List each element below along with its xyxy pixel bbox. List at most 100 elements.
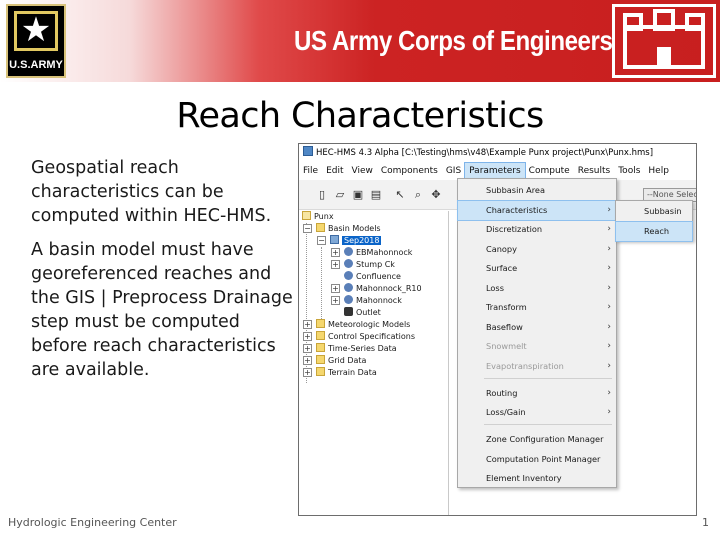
expand-icon[interactable]: + (331, 248, 340, 257)
menu-results[interactable]: Results (574, 163, 615, 179)
expand-icon[interactable]: + (303, 332, 312, 341)
menu-item-transform[interactable]: Transform › (458, 298, 616, 317)
menu-view[interactable]: View (348, 163, 377, 179)
expand-icon[interactable]: + (303, 368, 312, 377)
tree-folder-label: Control Specifications (328, 332, 415, 341)
menu-item-subbasin-area[interactable]: Subbasin Area (458, 181, 616, 200)
paragraph-2: A basin model must have georeferenced re… (31, 240, 293, 380)
menu-item-snowmelt: Snowmelt › (458, 337, 616, 356)
tree-basin-models[interactable]: − Basin Models (303, 223, 381, 235)
tree-basin-models-label: Basin Models (328, 224, 381, 233)
tree-element-label: Confluence (356, 272, 401, 281)
tree-element-label: Stump Ck (356, 260, 395, 269)
menu-item-computation-point-manager[interactable]: Computation Point Manager (458, 450, 616, 469)
expand-icon[interactable]: + (331, 296, 340, 305)
menu-bar: File Edit View Components GIS Parameters Compu… (299, 162, 696, 180)
submenu-item-label: Reach (644, 226, 670, 236)
app-icon (303, 146, 313, 156)
army-logo-text: U.S.ARMY (9, 59, 63, 71)
menu-file[interactable]: File (299, 163, 322, 179)
star-icon: ★ (20, 10, 52, 50)
expand-icon[interactable]: + (303, 320, 312, 329)
menu-edit[interactable]: Edit (322, 163, 347, 179)
pointer-tool-icon[interactable]: ↖ (393, 188, 407, 202)
print-icon[interactable]: ▤ (369, 188, 383, 202)
tree-folder-label: Grid Data (328, 356, 367, 365)
menu-item-discretization[interactable]: Discretization › (458, 220, 616, 239)
menu-parameters[interactable]: Parameters (464, 162, 526, 180)
menu-item-characteristics[interactable]: Characteristics › (457, 200, 617, 221)
new-file-icon[interactable]: ▯ (315, 188, 329, 202)
submenu-arrow-icon: › (607, 388, 611, 398)
window-title: HEC-HMS 4.3 Alpha [C:\Testing\hms\v48\Ex… (316, 148, 654, 158)
tree-element[interactable]: + EBMahonnock (331, 247, 412, 259)
tree-folder-label: Meteorologic Models (328, 320, 411, 329)
submenu-item-subbasin[interactable]: Subbasin (616, 202, 692, 221)
tree-element[interactable]: + Mahonnock (331, 295, 402, 307)
tree-basin-sep2018[interactable]: − Sep2018 (317, 235, 382, 247)
expand-icon[interactable]: + (303, 344, 312, 353)
menu-help[interactable]: Help (644, 163, 673, 179)
tree-folder[interactable]: + Control Specifications (303, 331, 415, 343)
menu-item-loss[interactable]: Loss › (458, 279, 616, 298)
tree-folder[interactable]: + Meteorologic Models (303, 319, 410, 331)
menu-item-loss-gain[interactable]: Loss/Gain › (458, 403, 616, 422)
subbasin-icon (344, 295, 353, 304)
collapse-icon[interactable]: − (317, 236, 326, 245)
menu-item-label: Loss (486, 283, 504, 293)
collapse-icon[interactable]: − (303, 224, 312, 233)
menu-separator (484, 424, 612, 425)
tree-element[interactable]: + Mahonnock_R10 (331, 283, 422, 295)
menu-separator (484, 378, 612, 379)
menu-item-label: Baseflow (486, 322, 523, 332)
menu-item-label: Discretization (486, 224, 543, 234)
tree-folder[interactable]: + Time-Series Data (303, 343, 397, 355)
tree-project-label: Punx (314, 212, 334, 221)
expand-icon[interactable]: + (303, 356, 312, 365)
expand-icon[interactable]: + (331, 260, 340, 269)
tree-element[interactable]: Outlet (344, 307, 381, 319)
open-folder-icon[interactable]: ▱ (333, 188, 347, 202)
folder-icon (316, 367, 325, 376)
menu-tools[interactable]: Tools (614, 163, 644, 179)
menu-item-baseflow[interactable]: Baseflow › (458, 318, 616, 337)
tree-project[interactable]: Punx (302, 211, 334, 223)
tree-element-label: Mahonnock (356, 296, 402, 305)
submenu-arrow-icon: › (607, 224, 611, 234)
submenu-arrow-icon: › (607, 263, 611, 273)
menu-item-label: Loss/Gain (486, 407, 526, 417)
banner-title: US Army Corps of Engineers (294, 25, 613, 56)
submenu-arrow-icon: › (607, 407, 611, 417)
menu-item-label: Computation Point Manager (486, 454, 601, 464)
characteristics-submenu: Subbasin Reach (615, 200, 693, 242)
save-icon[interactable]: ▣ (351, 188, 365, 202)
tree-folder[interactable]: + Terrain Data (303, 367, 377, 379)
header-banner: ★ U.S.ARMY US Army Corps of Engineers (0, 0, 720, 82)
tree-basin-sep2018-label: Sep2018 (342, 236, 382, 245)
menu-components[interactable]: Components (377, 163, 442, 179)
tree-element[interactable]: Confluence (344, 271, 401, 283)
menu-item-routing[interactable]: Routing › (458, 384, 616, 403)
tree-element[interactable]: + Stump Ck (331, 259, 395, 271)
menu-item-element-inventory[interactable]: Element Inventory (458, 469, 616, 488)
pan-tool-icon[interactable]: ✥ (429, 188, 443, 202)
basin-model-icon (330, 235, 339, 244)
zoom-tool-icon[interactable]: ⌕ (411, 188, 425, 202)
menu-item-canopy[interactable]: Canopy › (458, 240, 616, 259)
hec-hms-window: HEC-HMS 4.3 Alpha [C:\Testing\hms\v48\Ex… (298, 143, 697, 516)
submenu-arrow-icon: › (607, 283, 611, 293)
submenu-item-label: Subbasin (644, 206, 682, 216)
folder-icon (316, 331, 325, 340)
menu-gis[interactable]: GIS (442, 163, 465, 179)
menu-compute[interactable]: Compute (525, 163, 574, 179)
menu-item-zone-configuration-manager[interactable]: Zone Configuration Manager (458, 430, 616, 449)
menu-item-label: Characteristics (486, 205, 548, 215)
parameters-menu: Subbasin Area Characteristics › Discretiz… (457, 178, 617, 488)
menu-item-surface[interactable]: Surface › (458, 259, 616, 278)
expand-icon[interactable]: + (331, 284, 340, 293)
submenu-item-reach[interactable]: Reach (615, 221, 693, 242)
menu-item-label: Element Inventory (486, 473, 562, 483)
tree-folder[interactable]: + Grid Data (303, 355, 366, 367)
folder-icon (316, 319, 325, 328)
subbasin-icon (344, 259, 353, 268)
